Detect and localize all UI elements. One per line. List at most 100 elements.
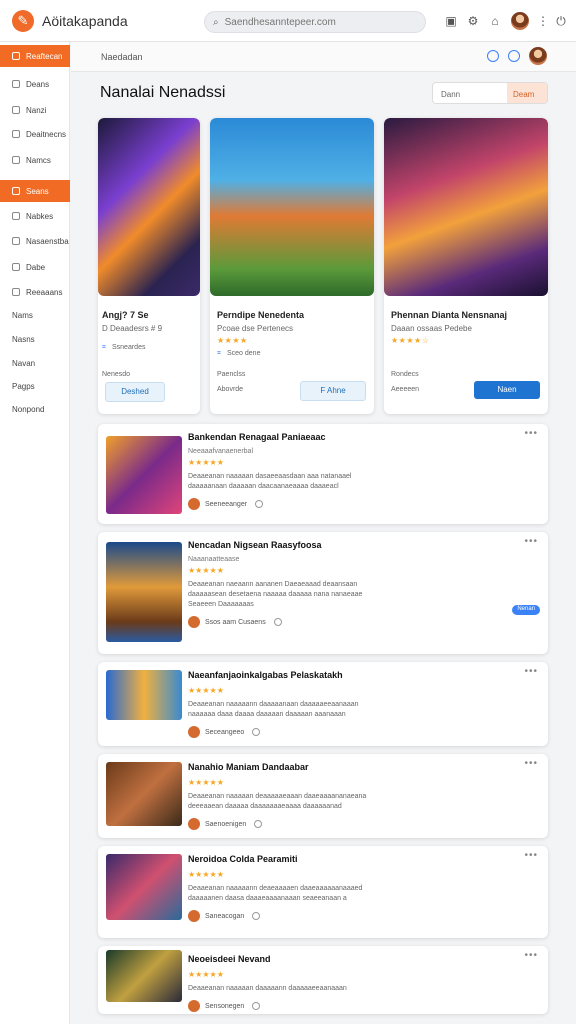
author-avatar[interactable] bbox=[188, 1000, 200, 1012]
author-name[interactable]: Sensonegen bbox=[205, 1003, 244, 1010]
sidebar-link-1[interactable]: Nasns bbox=[12, 335, 35, 344]
list-item[interactable]: Neoeisdeei Nevand ★★★★★ Deaaeanan naaaaan … bbox=[98, 946, 548, 1014]
list-item-thumbnail[interactable] bbox=[106, 762, 182, 826]
author-name[interactable]: Seceangeeo bbox=[205, 729, 244, 736]
chat-icon[interactable]: ▣ bbox=[444, 14, 458, 28]
sidebar-item-icon bbox=[12, 156, 20, 164]
more-options-icon[interactable]: ••• bbox=[524, 666, 538, 677]
list-item-thumbnail[interactable] bbox=[106, 542, 182, 642]
author-avatar[interactable] bbox=[188, 726, 200, 738]
author-avatar[interactable] bbox=[188, 616, 200, 628]
author-name[interactable]: Saneacogan bbox=[205, 913, 244, 920]
description-line: naaaaaa daaa daaaa daaaaan daaaaan aaana… bbox=[188, 711, 346, 718]
more-options-icon[interactable]: ••• bbox=[524, 850, 538, 861]
info-icon[interactable] bbox=[508, 50, 520, 62]
sidebar-item-icon bbox=[12, 237, 20, 245]
featured-title: Angj? 7 Se bbox=[102, 310, 149, 320]
filter-value[interactable]: Dann bbox=[433, 83, 507, 103]
list-item[interactable]: Naeanfanjaoinkalgabas Pelaskatakh ★★★★★ De… bbox=[98, 662, 548, 746]
description-line: Deaaeanan naaaaan deaaaaaeaaan daaeaaaan… bbox=[188, 793, 367, 800]
featured-card[interactable]: Angj? 7 Se D Deaadesrs # 9 Ssneardes ⌗ Nenes… bbox=[98, 118, 200, 414]
author-avatar[interactable] bbox=[188, 818, 200, 830]
search-input[interactable] bbox=[224, 16, 415, 28]
sidebar-item-label: Namcs bbox=[26, 155, 51, 165]
list-item-thumbnail[interactable] bbox=[106, 670, 182, 720]
featured-action-button[interactable]: Naen bbox=[474, 381, 540, 399]
menu-dots-icon[interactable]: ⋮ bbox=[536, 14, 550, 28]
list-item-title[interactable]: Naeanfanjaoinkalgabas Pelaskatakh bbox=[188, 670, 343, 680]
list-item-title[interactable]: Neoeisdeei Nevand bbox=[188, 954, 271, 964]
filter-control[interactable]: Dann Deam bbox=[432, 82, 548, 104]
profile-avatar[interactable] bbox=[529, 47, 547, 65]
list-item-thumbnail[interactable] bbox=[106, 436, 182, 514]
settings-icon[interactable]: ⚙ bbox=[466, 14, 480, 28]
sidebar-link-3[interactable]: Pagps bbox=[12, 382, 35, 391]
featured-price-label: Rondecs bbox=[391, 371, 419, 378]
sidebar-item-2[interactable]: Nanzi bbox=[0, 99, 70, 121]
sidebar-item-8[interactable]: Dabe bbox=[0, 256, 70, 278]
featured-cover-image[interactable] bbox=[98, 118, 200, 296]
sidebar-item-1[interactable]: Deans bbox=[0, 73, 70, 95]
featured-price-label: Paenclss bbox=[217, 371, 246, 378]
list-item-footer: Seeneeanger bbox=[188, 498, 264, 510]
search-box[interactable]: ⌕ bbox=[204, 11, 426, 33]
author-name[interactable]: Ssos aam Cusaens bbox=[205, 619, 266, 626]
sidebar-item-5[interactable]: Seans bbox=[0, 180, 70, 202]
user-avatar[interactable] bbox=[511, 12, 529, 30]
more-options-icon[interactable]: ••• bbox=[524, 950, 538, 961]
sidebar-item-label: Seans bbox=[26, 186, 49, 196]
more-options-icon[interactable]: ••• bbox=[524, 758, 538, 769]
sidebar-item-label: Nabkes bbox=[26, 211, 54, 221]
featured-cover-image[interactable] bbox=[384, 118, 548, 296]
featured-cover-image[interactable] bbox=[210, 118, 374, 296]
list-item[interactable]: Bankendan Renagaal Paniaeaac Neeaaafvanae… bbox=[98, 424, 548, 524]
sidebar-item-9[interactable]: Reeaaans bbox=[0, 281, 70, 303]
featured-card[interactable]: Perndipe Nenedenta Pcoae dse Pertenecs ★★★… bbox=[210, 118, 374, 414]
sidebar-item-label: Nanzi bbox=[26, 105, 47, 115]
featured-subtitle: Daaan ossaas Pedebe bbox=[391, 324, 472, 333]
author-name[interactable]: Saenoenigen bbox=[205, 821, 246, 828]
sidebar-item-7[interactable]: Nasaenstba bbox=[0, 230, 70, 252]
sidebar-item-3[interactable]: Deaitnecns bbox=[0, 123, 70, 145]
featured-card[interactable]: Phennan Dianta Nensnanaj Daaan ossaas Ped… bbox=[384, 118, 548, 414]
sidebar-item-icon bbox=[12, 187, 20, 195]
globe-icon bbox=[252, 1002, 261, 1010]
author-name[interactable]: Seeneeanger bbox=[205, 501, 247, 508]
featured-subtitle: D Deaadesrs # 9 bbox=[102, 324, 163, 333]
sidebar-item-0[interactable]: Reaftecan bbox=[0, 45, 70, 67]
star-rating: ★★★★★ bbox=[188, 970, 224, 979]
description-line: Deaaeanan naaaaan dasaeeaasdaan aaa nata… bbox=[188, 473, 352, 480]
list-item-title[interactable]: Neroidoa Colda Pearamiti bbox=[188, 854, 298, 864]
sidebar-item-4[interactable]: Namcs bbox=[0, 149, 70, 171]
star-rating: ★★★★★ bbox=[188, 566, 224, 575]
list-item[interactable]: Neroidoa Colda Pearamiti ★★★★★ Deaaeanan n… bbox=[98, 846, 548, 938]
sidebar-link-4[interactable]: Nonpond bbox=[12, 405, 44, 414]
author-avatar[interactable] bbox=[188, 498, 200, 510]
list-item-title[interactable]: Nencadan Nigsean Raasyfoosa bbox=[188, 540, 322, 550]
sidebar-link-2[interactable]: Navan bbox=[12, 359, 35, 368]
more-options-icon[interactable]: ••• bbox=[524, 428, 538, 439]
description-line: Deaaeanan naaaaann deaeaaaaen daaeaaaaaa… bbox=[188, 885, 363, 892]
sidebar-link-0[interactable]: Nams bbox=[12, 311, 33, 320]
filter-button[interactable]: Deam bbox=[507, 83, 547, 103]
home-icon[interactable]: ⌂ bbox=[488, 14, 502, 28]
featured-action-button[interactable]: F Ahne bbox=[300, 381, 366, 401]
featured-meta: Ssneardes bbox=[112, 344, 146, 351]
list-item[interactable]: Nencadan Nigsean Raasyfoosa Naaanaatteaas… bbox=[98, 532, 548, 654]
list-item-title[interactable]: Nanahio Maniam Dandaabar bbox=[188, 762, 309, 772]
power-icon[interactable]: ⏻ bbox=[554, 14, 568, 28]
more-options-icon[interactable]: ••• bbox=[524, 536, 538, 547]
help-icon[interactable] bbox=[487, 50, 499, 62]
list-item-footer: Saneacogan bbox=[188, 910, 261, 922]
description-line: Deaaeanan naeaann aananen Daeaeaaad deaa… bbox=[188, 581, 358, 588]
breadcrumb[interactable]: Naedadan bbox=[101, 52, 143, 62]
list-item[interactable]: Nanahio Maniam Dandaabar ★★★★★ Deaaeanan n… bbox=[98, 754, 548, 838]
list-item-thumbnail[interactable] bbox=[106, 950, 182, 1002]
sidebar-item-label: Reaftecan bbox=[26, 51, 63, 61]
list-item-thumbnail[interactable] bbox=[106, 854, 182, 920]
sidebar-item-6[interactable]: Nabkes bbox=[0, 205, 70, 227]
author-avatar[interactable] bbox=[188, 910, 200, 922]
list-item-title[interactable]: Bankendan Renagaal Paniaeaac bbox=[188, 432, 326, 442]
featured-action-button[interactable]: Deshed bbox=[105, 382, 165, 402]
app-logo-icon[interactable]: ✎ bbox=[12, 9, 34, 32]
